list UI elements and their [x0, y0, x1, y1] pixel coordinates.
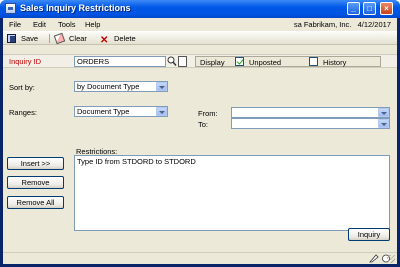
- maximize-button[interactable]: □: [363, 2, 376, 15]
- from-label: From:: [198, 109, 218, 118]
- ranges-label: Ranges:: [9, 108, 37, 117]
- company-date-info: sa Fabrikam, Inc. 4/12/2017: [294, 20, 391, 29]
- new-note-icon[interactable]: [178, 56, 187, 67]
- window-title: Sales Inquiry Restrictions: [20, 3, 131, 13]
- delete-button[interactable]: ✕ Delete: [100, 33, 136, 46]
- app-window-icon: [5, 3, 16, 14]
- insert-button[interactable]: Insert >>: [7, 157, 64, 170]
- minimize-button[interactable]: _: [347, 2, 360, 15]
- restrictions-list[interactable]: Type ID from STDORD to STDORD: [74, 155, 390, 231]
- close-button[interactable]: ×: [380, 2, 393, 15]
- sort-by-value: by Document Type: [77, 82, 140, 91]
- clear-label: Clear: [69, 34, 87, 43]
- ranges-value: Document Type: [77, 107, 130, 116]
- window-client: File Edit Tools Help sa Fabrikam, Inc. 4…: [3, 18, 397, 264]
- toolbar-separator: [49, 34, 50, 43]
- menu-edit[interactable]: Edit: [33, 20, 46, 29]
- save-icon: [7, 34, 16, 43]
- to-dropdown-icon[interactable]: [378, 119, 389, 128]
- menu-help[interactable]: Help: [85, 20, 100, 29]
- status-bar: [3, 252, 397, 264]
- history-checkbox[interactable]: [309, 57, 318, 66]
- sort-by-label: Sort by:: [9, 83, 35, 92]
- inquiry-id-field[interactable]: ORDERS: [74, 56, 166, 67]
- to-select[interactable]: [231, 118, 390, 129]
- menu-tools[interactable]: Tools: [58, 20, 76, 29]
- unposted-checkbox[interactable]: [235, 57, 244, 66]
- to-label: To:: [198, 120, 209, 129]
- sort-by-select[interactable]: by Document Type: [74, 81, 168, 92]
- history-label: History: [323, 58, 347, 67]
- window-frame: Sales Inquiry Restrictions _ □ × File Ed…: [0, 0, 400, 267]
- company-name: sa Fabrikam, Inc.: [293, 20, 352, 29]
- display-label: Display: [200, 58, 225, 67]
- notes-icon[interactable]: [369, 254, 379, 263]
- user-date: 4/12/2017: [357, 20, 391, 29]
- unposted-label: Unposted: [249, 58, 282, 67]
- toolbar: Save Clear ✕ Delete: [3, 31, 397, 46]
- resize-grip[interactable]: [387, 255, 395, 263]
- remove-button[interactable]: Remove: [7, 176, 64, 189]
- remove-all-button[interactable]: Remove All: [7, 196, 64, 209]
- menu-bar: File Edit Tools Help sa Fabrikam, Inc. 4…: [3, 18, 397, 31]
- delete-x-icon: ✕: [100, 35, 109, 46]
- save-button[interactable]: Save: [7, 33, 38, 44]
- from-select[interactable]: [231, 107, 390, 118]
- restriction-item[interactable]: Type ID from STDORD to STDORD: [77, 157, 196, 166]
- ranges-dropdown-icon[interactable]: [156, 107, 167, 116]
- title-bar[interactable]: Sales Inquiry Restrictions _ □ ×: [0, 0, 400, 18]
- from-dropdown-icon[interactable]: [378, 108, 389, 117]
- delete-label: Delete: [114, 34, 136, 43]
- menu-file[interactable]: File: [9, 20, 21, 29]
- save-label: Save: [21, 34, 39, 43]
- eraser-icon: [53, 32, 66, 45]
- inquiry-button[interactable]: Inquiry: [348, 228, 390, 241]
- sort-by-dropdown-icon[interactable]: [156, 82, 167, 91]
- lookup-icon[interactable]: [167, 56, 177, 67]
- inquiry-id-label: Inquiry ID: [9, 57, 42, 66]
- ranges-select[interactable]: Document Type: [74, 106, 168, 117]
- clear-button[interactable]: Clear: [53, 32, 87, 45]
